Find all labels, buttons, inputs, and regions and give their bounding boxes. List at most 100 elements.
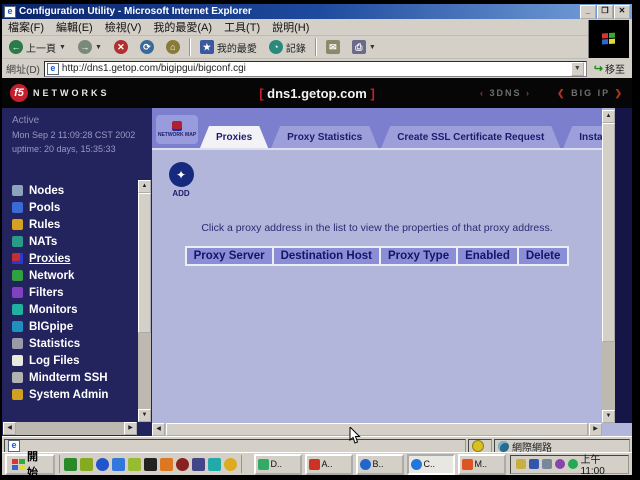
address-dropdown-icon[interactable]: ▼ (571, 62, 584, 76)
sidebar-item-monitors[interactable]: Monitors (12, 301, 134, 318)
network-map-icon (172, 121, 182, 129)
sidebar-item-mindterm-ssh[interactable]: Mindterm SSH (12, 369, 134, 386)
scrollbar-thumb[interactable] (602, 123, 615, 342)
tray-app-icon[interactable] (568, 459, 578, 469)
favorites-icon: ★ (200, 40, 214, 54)
sidebar-item-nodes[interactable]: Nodes (12, 182, 134, 199)
ie-throbber (588, 20, 629, 58)
taskbar-window-button-active[interactable]: C.. (407, 454, 455, 475)
taskbar-window-button[interactable]: M.. (458, 454, 506, 475)
menu-favorites[interactable]: 我的最愛(A) (153, 19, 212, 35)
go-button[interactable]: ↪ 移至 (591, 61, 628, 76)
system-datetime: Mon Sep 2 11:09:28 CST 2002 (12, 130, 135, 140)
scroll-up-icon[interactable]: ▲ (138, 180, 151, 193)
forward-dropdown-icon[interactable]: ▼ (95, 44, 102, 51)
quick-launch-icon[interactable] (224, 458, 237, 471)
scroll-right-icon[interactable]: ▶ (124, 422, 137, 435)
column-header-proxy-type: Proxy Type (381, 248, 456, 264)
menu-help[interactable]: 說明(H) (272, 19, 309, 35)
content-horizontal-scrollbar[interactable]: ◀ ▶ (152, 423, 602, 436)
scroll-right-icon[interactable]: ▶ (589, 423, 602, 436)
sidebar-horizontal-scrollbar[interactable]: ◀ ▶ (3, 422, 137, 435)
quick-launch-icon[interactable] (64, 458, 77, 471)
quick-launch-icon[interactable] (160, 458, 173, 471)
stop-button[interactable]: ✕ (111, 39, 131, 55)
menu-tools[interactable]: 工具(T) (224, 19, 260, 35)
menu-view[interactable]: 檢視(V) (105, 19, 142, 35)
scrollbar-thumb[interactable] (166, 423, 588, 436)
scroll-down-icon[interactable]: ▼ (138, 409, 151, 422)
tab-proxy-statistics[interactable]: Proxy Statistics (271, 126, 378, 148)
back-dropdown-icon[interactable]: ▼ (59, 44, 66, 51)
scroll-left-icon[interactable]: ◀ (3, 422, 16, 435)
start-button[interactable]: 開始 (5, 454, 55, 475)
sidebar-item-proxies[interactable]: Proxies (12, 250, 134, 267)
display-tray-icon[interactable] (542, 459, 552, 469)
tab-create-ssl-certificate-request[interactable]: Create SSL Certificate Request (381, 126, 560, 148)
toolbar-separator (315, 38, 317, 56)
app-icon (258, 459, 269, 470)
home-icon: ⌂ (166, 40, 180, 54)
quick-launch-icon[interactable] (176, 458, 189, 471)
red-tick-icon: ❮ (557, 88, 567, 98)
red-tick-icon: ❯ (614, 88, 624, 98)
back-icon: ← (9, 40, 23, 54)
sidebar-item-bigpipe[interactable]: BIGpipe (12, 318, 134, 335)
history-button[interactable]: ◔ 記錄 (266, 39, 309, 56)
quick-launch-icon[interactable] (144, 458, 157, 471)
sidebar-item-system-admin[interactable]: System Admin (12, 386, 134, 403)
tray-app-icon[interactable] (555, 459, 565, 469)
proxies-icon (12, 253, 23, 264)
scrollbar-thumb[interactable] (138, 193, 151, 333)
print-button[interactable]: ⎙ ▼ (349, 39, 379, 55)
scroll-left-icon[interactable]: ◀ (152, 423, 165, 436)
clock[interactable]: 上午 11:00 (581, 451, 624, 477)
scroll-up-icon[interactable]: ▲ (602, 110, 615, 123)
sidebar-item-pools[interactable]: Pools (12, 199, 134, 216)
restore-button[interactable]: ❐ (597, 5, 613, 19)
sidebar-vertical-scrollbar[interactable]: ▲ ▼ (138, 180, 151, 422)
network-map-button[interactable]: NETWORK MAP (156, 115, 198, 144)
tab-proxies[interactable]: Proxies (200, 126, 268, 148)
close-button[interactable]: ✕ (614, 5, 630, 19)
forward-button[interactable]: → ▼ (75, 39, 105, 55)
sidebar-item-statistics[interactable]: Statistics (12, 335, 134, 352)
scroll-down-icon[interactable]: ▼ (602, 410, 615, 423)
add-proxy-button[interactable]: ✦ ADD (166, 162, 196, 198)
favorites-button[interactable]: ★ 我的最愛 (197, 39, 260, 56)
menu-edit[interactable]: 編輯(E) (56, 19, 93, 35)
volume-icon[interactable] (516, 459, 526, 469)
sidebar-item-log-files[interactable]: Log Files (12, 352, 134, 369)
internet-zone-icon (498, 441, 509, 452)
network-tray-icon[interactable] (529, 459, 539, 469)
hostname: dns1.getop.com (267, 86, 367, 101)
sidebar-item-nats[interactable]: NATs (12, 233, 134, 250)
page-icon: e (8, 440, 20, 452)
tab-install-ssl-certificate[interactable]: Install SSL Certificate (563, 126, 602, 148)
quick-launch-icon[interactable] (96, 458, 109, 471)
quick-launch-icon[interactable] (112, 458, 125, 471)
menu-file[interactable]: 檔案(F) (8, 19, 44, 35)
quick-launch-icon[interactable] (128, 458, 141, 471)
sidebar-item-rules[interactable]: Rules (12, 216, 134, 233)
desktop-screen: e Configuration Utility - Microsoft Inte… (2, 4, 632, 474)
sidebar-item-filters[interactable]: Filters (12, 284, 134, 301)
taskbar-window-button[interactable]: B.. (356, 454, 404, 475)
address-input[interactable] (62, 63, 568, 75)
print-dropdown-icon[interactable]: ▼ (369, 44, 376, 51)
taskbar-window-button[interactable]: D.. (254, 454, 302, 475)
f5-header: [ dns1.getop.com ] f5 NETWORKS ‹ 3DNS › … (2, 78, 632, 108)
nodes-icon (12, 185, 23, 196)
system-uptime: uptime: 20 days, 15:35:33 (12, 144, 116, 154)
refresh-button[interactable]: ⟳ (137, 39, 157, 55)
home-button[interactable]: ⌂ (163, 39, 183, 55)
quick-launch-icon[interactable] (208, 458, 221, 471)
taskbar-window-button[interactable]: A.. (305, 454, 353, 475)
mail-button[interactable]: ✉ (323, 39, 343, 55)
quick-launch-icon[interactable] (192, 458, 205, 471)
quick-launch-icon[interactable] (80, 458, 93, 471)
content-vertical-scrollbar[interactable]: ▲ ▼ (602, 110, 615, 423)
back-button[interactable]: ← 上一頁▼ (6, 39, 69, 56)
minimize-button[interactable]: _ (580, 5, 596, 19)
sidebar-item-network[interactable]: Network (12, 267, 134, 284)
